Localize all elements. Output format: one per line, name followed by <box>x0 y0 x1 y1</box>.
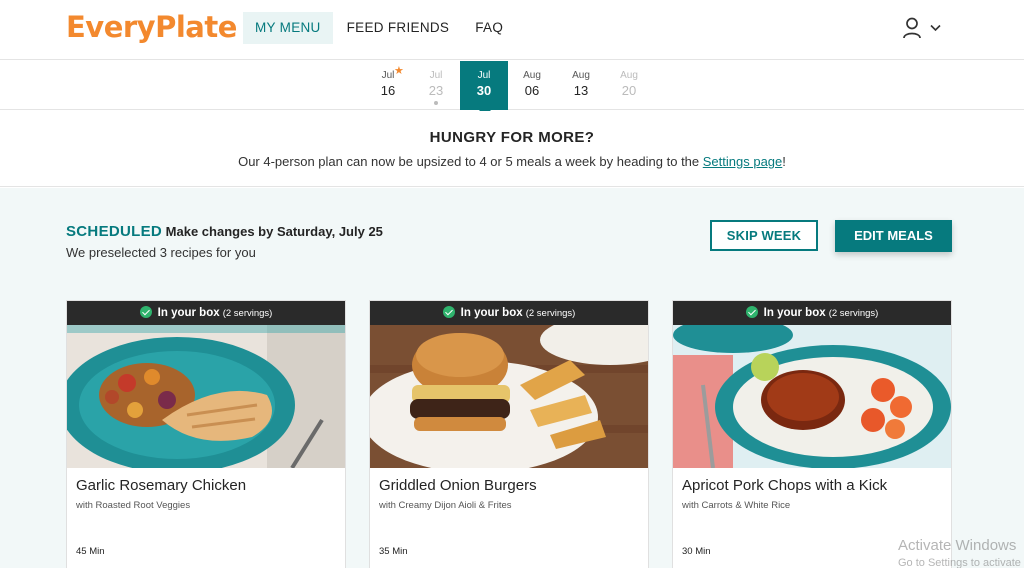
recipe-title[interactable]: Garlic Rosemary Chicken <box>76 477 246 494</box>
week-jul-16[interactable]: Jul 16 ★ <box>364 61 412 110</box>
recipe-card[interactable]: In your box (2 servings) Griddled Onion … <box>369 300 649 568</box>
menu-section: SCHEDULED Make changes by Saturday, July… <box>0 188 1024 568</box>
week-day: 20 <box>621 83 637 98</box>
promo-text-after: ! <box>782 154 786 169</box>
nav-faq[interactable]: FAQ <box>463 12 515 44</box>
promo-banner: HUNGRY FOR MORE? Our 4-person plan can n… <box>0 111 1024 187</box>
everyplate-logo[interactable]: EveryPlate <box>66 10 237 44</box>
servings-label: (2 servings) <box>222 308 273 319</box>
activate-windows-subtext: Go to Settings to activate <box>898 557 1021 568</box>
recipe-subtitle: with Creamy Dijon Aioli & Frites <box>379 500 512 511</box>
band-label: In your box <box>460 307 523 319</box>
week-month: Aug <box>620 70 638 81</box>
week-month: Aug <box>523 70 541 81</box>
recipe-card[interactable]: In your box (2 servings) Apricot Pork Ch… <box>672 300 952 568</box>
week-aug-06[interactable]: Aug 06 <box>508 61 556 110</box>
week-day: 13 <box>573 83 589 98</box>
recipe-photo[interactable] <box>67 325 345 468</box>
promo-title: HUNGRY FOR MORE? <box>429 129 595 146</box>
week-day: 16 <box>380 83 396 98</box>
recipe-card[interactable]: In your box (2 servings) Garlic Rosemary… <box>66 300 346 568</box>
week-aug-20[interactable]: Aug 20 <box>605 61 653 110</box>
activate-windows-watermark: Activate Windows <box>898 537 1017 554</box>
schedule-heading: SCHEDULED Make changes by Saturday, July… <box>66 223 383 240</box>
recipe-title[interactable]: Griddled Onion Burgers <box>379 477 537 494</box>
recipe-photo[interactable] <box>370 325 648 468</box>
cook-time: 45 Min <box>76 546 105 557</box>
nav-feed-friends[interactable]: FEED FRIENDS <box>335 12 462 44</box>
cook-time: 30 Min <box>682 546 711 557</box>
week-day: 23 <box>428 83 444 98</box>
nav-my-menu[interactable]: MY MENU <box>243 12 333 44</box>
schedule-subtitle: We preselected 3 recipes for you <box>66 245 256 260</box>
week-day: 06 <box>524 83 540 98</box>
week-month: Jul <box>381 70 395 81</box>
recipe-title[interactable]: Apricot Pork Chops with a Kick <box>682 477 887 494</box>
recipe-subtitle: with Roasted Root Veggies <box>76 500 191 511</box>
user-icon <box>902 17 922 39</box>
chevron-down-icon <box>930 24 941 32</box>
deadline-text: Make changes by Saturday, July 25 <box>165 224 383 239</box>
check-icon <box>745 306 758 318</box>
week-day: 30 <box>476 83 492 98</box>
check-icon <box>442 306 455 318</box>
in-your-box-band: In your box (2 servings) <box>673 301 951 325</box>
scheduled-label: SCHEDULED <box>66 223 163 240</box>
week-month: Jul <box>429 70 443 81</box>
top-header: EveryPlate MY MENU FEED FRIENDS FAQ <box>0 0 1024 60</box>
star-icon: ★ <box>394 65 404 77</box>
week-selector: Jul 16 ★ Jul 23 Jul 30 Aug 06 Aug 13 Aug… <box>0 61 1024 110</box>
band-label: In your box <box>157 307 220 319</box>
band-label: In your box <box>763 307 826 319</box>
in-your-box-band: In your box (2 servings) <box>67 301 345 325</box>
week-jul-30[interactable]: Jul 30 <box>460 61 508 110</box>
skip-week-button[interactable]: SKIP WEEK <box>710 220 818 251</box>
week-aug-13[interactable]: Aug 13 <box>557 61 605 110</box>
promo-text-before: Our 4-person plan can now be upsized to … <box>238 154 703 169</box>
account-menu[interactable] <box>902 17 941 39</box>
settings-page-link[interactable]: Settings page <box>703 154 783 169</box>
promo-text: Our 4-person plan can now be upsized to … <box>0 154 1024 169</box>
check-icon <box>139 306 152 318</box>
recipe-subtitle: with Carrots & White Rice <box>682 500 791 511</box>
servings-label: (2 servings) <box>525 308 576 319</box>
edit-meals-button[interactable]: EDIT MEALS <box>835 220 952 252</box>
in-your-box-band: In your box (2 servings) <box>370 301 648 325</box>
recipe-photo[interactable] <box>673 325 951 468</box>
servings-label: (2 servings) <box>828 308 879 319</box>
main-nav: MY MENU FEED FRIENDS FAQ <box>243 12 517 44</box>
week-month: Aug <box>572 70 590 81</box>
dot-icon <box>434 101 438 105</box>
week-jul-23[interactable]: Jul 23 <box>412 61 460 110</box>
cook-time: 35 Min <box>379 546 408 557</box>
week-month: Jul <box>477 70 491 81</box>
